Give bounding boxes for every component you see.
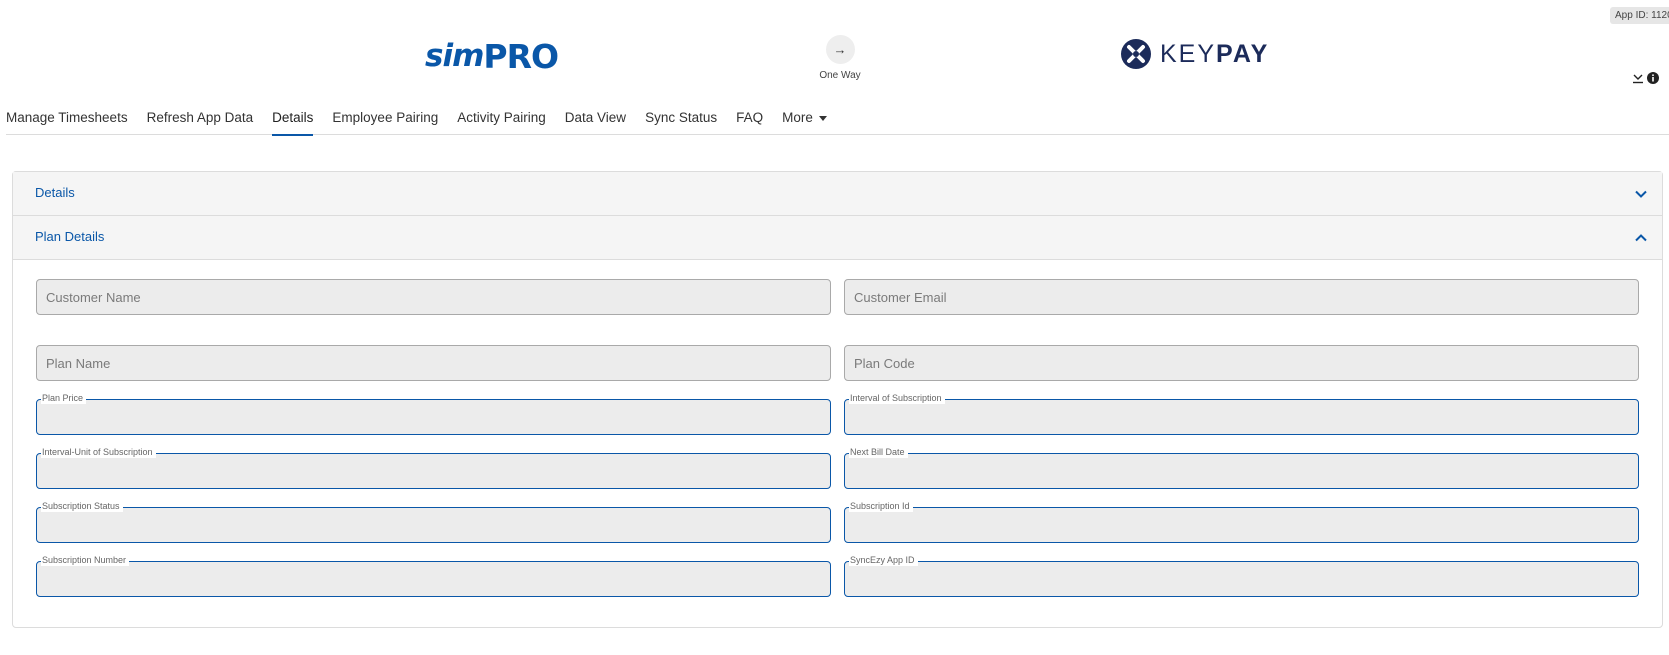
tab-details[interactable]: Details [272,108,314,136]
customer-name-field [36,279,831,315]
customer-email-input[interactable] [845,280,1638,314]
syncezy-app-id-label: SyncEzy App ID [849,554,918,566]
interval-unit-field: Interval-Unit of Subscription [36,446,831,489]
tab-activity-pairing[interactable]: Activity Pairing [457,108,546,135]
simpro-logo-text-2: PRO [483,36,559,76]
tab-employee-pairing[interactable]: Employee Pairing [332,108,438,135]
chevron-up-icon[interactable] [1634,231,1648,245]
subscription-number-input[interactable] [37,562,830,596]
keypay-logo-text-1: KEY [1160,39,1217,68]
details-section-title: Details [35,185,75,200]
arrow-right-icon[interactable]: → [825,35,855,64]
plan-price-field: Plan Price [36,392,831,435]
chevron-down-icon[interactable] [1634,187,1648,201]
details-accordion: Details Plan Details Plan Price I [12,171,1663,628]
subscription-id-label: Subscription Id [849,500,913,512]
subscription-id-input[interactable] [845,508,1638,542]
plan-name-field [36,345,831,381]
subscription-status-field: Subscription Status [36,500,831,543]
plan-price-label: Plan Price [41,392,87,404]
simpro-logo: sim PRO [425,36,559,76]
keypay-mark-icon [1121,39,1151,69]
app-id-badge: App ID: 1120 [1610,7,1669,24]
plan-details-section-header[interactable]: Plan Details [13,216,1662,260]
keypay-logo-text-2: PAY [1216,39,1270,68]
interval-unit-input[interactable] [37,454,830,488]
interval-of-subscription-field: Interval of Subscription [844,392,1639,435]
next-bill-date-label: Next Bill Date [849,446,908,458]
simpro-logo-text-1: sim [425,38,484,74]
plan-name-input[interactable] [37,346,830,380]
header-icons [1632,72,1659,84]
customer-name-input[interactable] [37,280,830,314]
plan-details-section-title: Plan Details [35,229,105,244]
caret-down-icon [818,115,827,121]
tab-refresh-app-data[interactable]: Refresh App Data [147,108,254,135]
syncezy-app-id-field: SyncEzy App ID [844,554,1639,597]
syncezy-app-id-input[interactable] [845,562,1638,596]
plan-details-body: Plan Price Interval of Subscription Inte… [13,260,1662,628]
tab-bar: Manage Timesheets Refresh App Data Detai… [6,108,1669,136]
tab-data-view[interactable]: Data View [565,108,626,135]
subscription-status-input[interactable] [37,508,830,542]
interval-unit-label: Interval-Unit of Subscription [41,446,156,458]
plan-code-input[interactable] [845,346,1638,380]
subscription-status-label: Subscription Status [41,500,123,512]
keypay-logo-text: KEYPAY [1160,40,1269,69]
interval-of-subscription-input[interactable] [845,400,1638,434]
info-icon[interactable] [1647,72,1659,84]
keypay-logo: KEYPAY [1120,38,1269,70]
tab-sync-status[interactable]: Sync Status [645,108,717,135]
tab-more[interactable]: More [782,108,827,135]
tab-manage-timesheets[interactable]: Manage Timesheets [6,108,128,135]
plan-price-input[interactable] [37,400,830,434]
subscription-number-label: Subscription Number [41,554,130,566]
tab-faq[interactable]: FAQ [736,108,763,135]
sync-direction[interactable]: → One Way [810,35,870,81]
sync-direction-label: One Way [819,70,861,81]
subscription-id-field: Subscription Id [844,500,1639,543]
subscription-number-field: Subscription Number [36,554,831,597]
download-icon[interactable] [1632,72,1644,84]
tab-more-label: More [782,110,813,125]
next-bill-date-field: Next Bill Date [844,446,1639,489]
plan-code-field [844,345,1639,381]
details-section-header[interactable]: Details [13,172,1662,216]
customer-email-field [844,279,1639,315]
interval-of-subscription-label: Interval of Subscription [849,392,945,404]
next-bill-date-input[interactable] [845,454,1638,488]
